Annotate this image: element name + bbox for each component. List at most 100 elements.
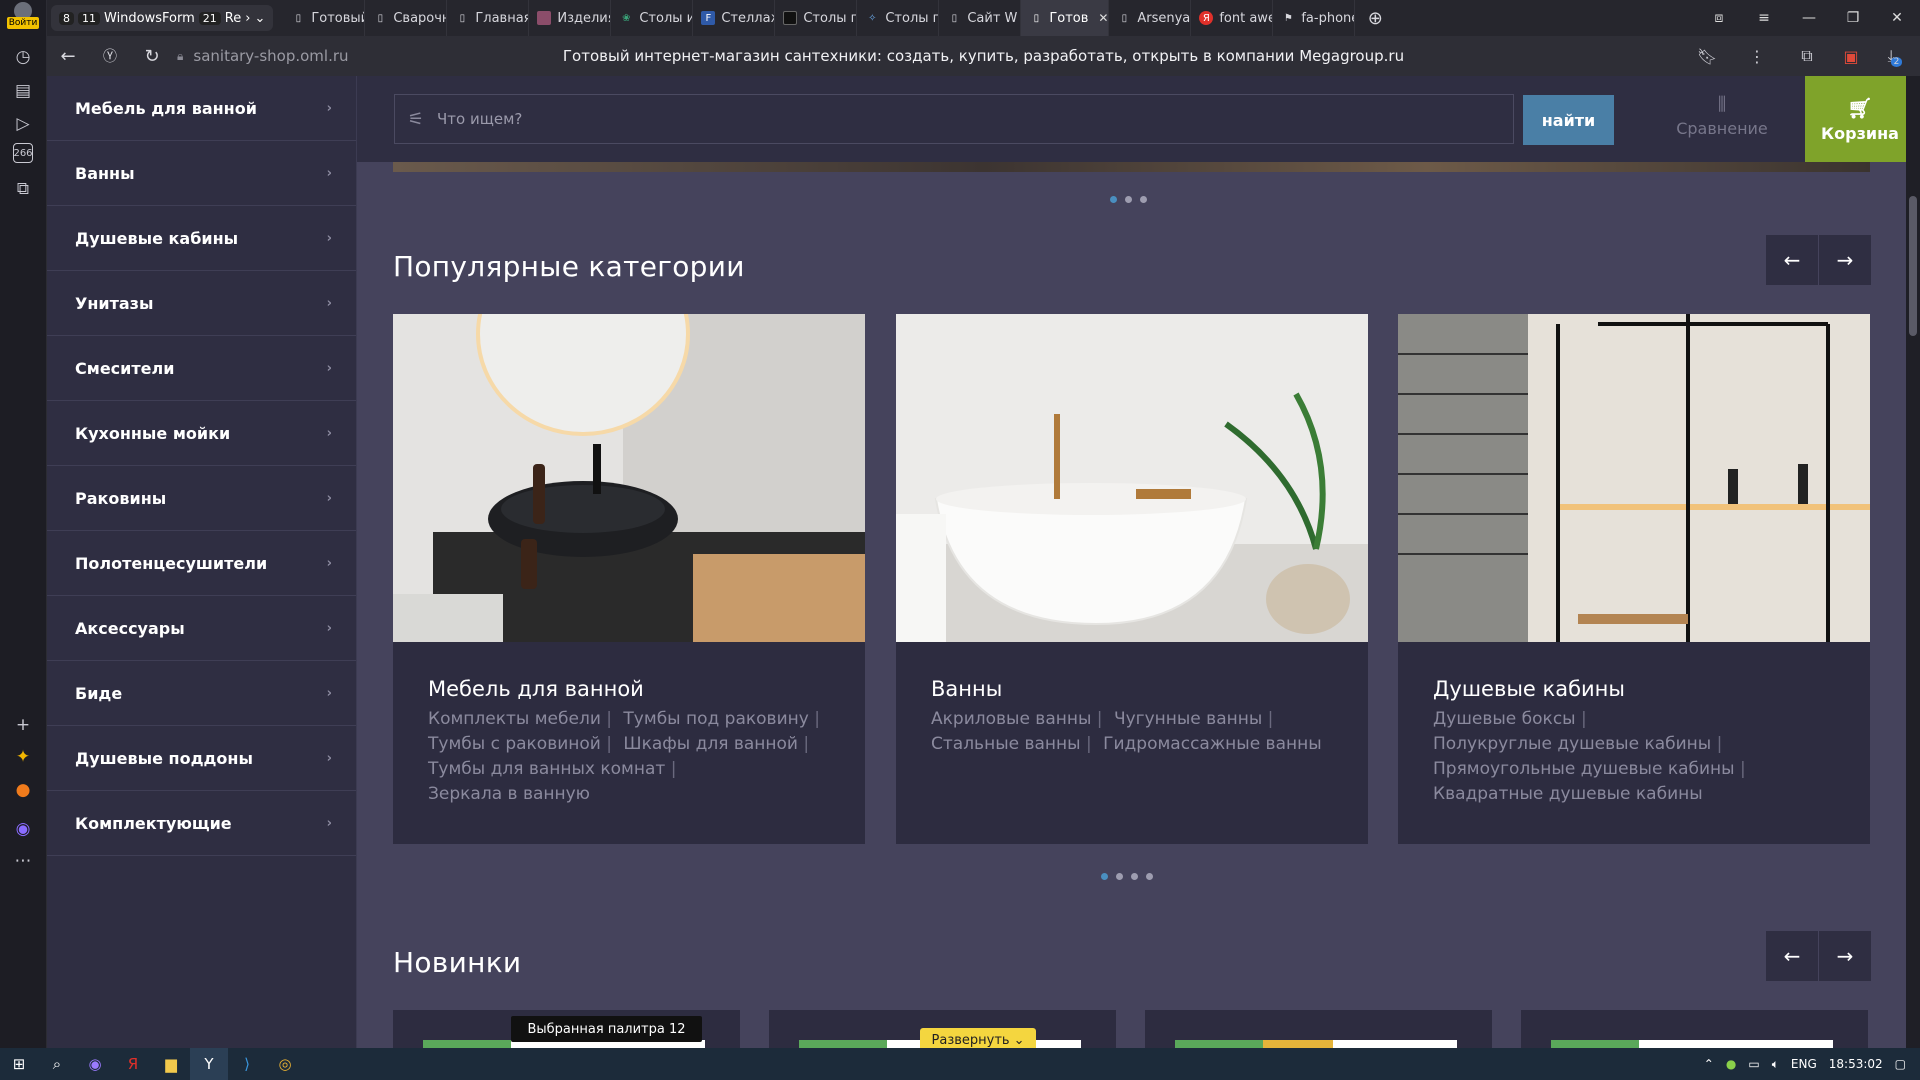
banner-slider[interactable]: [393, 162, 1870, 172]
subcategory-link[interactable]: Тумбы с раковиной: [428, 732, 612, 757]
extension-icon[interactable]: ▣: [1831, 36, 1871, 76]
subcategory-link[interactable]: Чугунные ванны: [1114, 707, 1273, 732]
pager-dot[interactable]: [1131, 873, 1138, 880]
close-window-icon[interactable]: ✕: [1875, 0, 1919, 36]
pager-dot[interactable]: [1125, 196, 1132, 203]
subcategory-link[interactable]: Зеркала в ванную: [428, 782, 590, 807]
network-icon[interactable]: ▭: [1748, 1057, 1759, 1071]
tab[interactable]: ❀ Столы и: [611, 0, 694, 36]
sidebar-item[interactable]: Полотенцесушители ›: [47, 531, 356, 596]
app-tray-icon[interactable]: ●: [1726, 1057, 1736, 1071]
filter-icon[interactable]: ⚟: [395, 109, 437, 130]
screenshot-icon[interactable]: ⧉: [10, 176, 36, 202]
yandex-browser-icon[interactable]: Y: [190, 1048, 228, 1080]
history-icon[interactable]: ◷: [10, 44, 36, 70]
pager-dot[interactable]: [1140, 196, 1147, 203]
category-image[interactable]: [896, 314, 1368, 642]
category-card[interactable]: Мебель для ванной Комплекты мебели Тумбы…: [393, 314, 865, 844]
tab-group[interactable]: 8 11 WindowsForm 21 Re › ⌄: [51, 5, 274, 31]
market-icon[interactable]: ●: [10, 777, 36, 803]
sidebar-item[interactable]: Кухонные мойки ›: [47, 401, 356, 466]
search-box[interactable]: ⚟ Что ищем?: [394, 94, 1514, 144]
tab[interactable]: ⚑ fa-phone: [1273, 0, 1356, 36]
sidebar-item[interactable]: Аксессуары ›: [47, 596, 356, 661]
scrollbar-thumb[interactable]: [1909, 196, 1917, 336]
tab[interactable]: Столы пр: [775, 0, 858, 36]
tab[interactable]: F Стеллаж: [693, 0, 776, 36]
page-scrollbar[interactable]: [1906, 76, 1920, 1048]
tab[interactable]: ▯ Arsenya: [1109, 0, 1192, 36]
subcategory-link[interactable]: Душевые боксы: [1433, 707, 1587, 732]
vscode-icon[interactable]: ⟩: [228, 1048, 266, 1080]
product-card[interactable]: [1521, 1010, 1868, 1048]
minimize-icon[interactable]: —: [1787, 0, 1831, 36]
subcategory-link[interactable]: Гидромассажные ванны: [1103, 732, 1322, 757]
bookmark-icon[interactable]: 🔖︎: [1687, 36, 1727, 76]
subcategory-link[interactable]: Комплекты мебели: [428, 707, 612, 732]
close-tab-icon[interactable]: ✕: [1098, 11, 1108, 25]
sidebar-item[interactable]: Раковины ›: [47, 466, 356, 531]
find-button[interactable]: найти: [1523, 95, 1614, 145]
chrome-icon[interactable]: ◎: [266, 1048, 304, 1080]
sidebar-item[interactable]: Мебель для ванной ›: [47, 76, 356, 141]
windows-start-icon[interactable]: ⊞: [0, 1048, 38, 1080]
sidebar-item[interactable]: Душевые кабины ›: [47, 206, 356, 271]
tab[interactable]: ✧ Столы п: [857, 0, 940, 36]
pager-dot[interactable]: [1101, 873, 1108, 880]
subcategory-link[interactable]: Стальные ванны: [931, 732, 1092, 757]
sidebar-item[interactable]: Ванны ›: [47, 141, 356, 206]
category-card[interactable]: Ванны Акриловые ванны Чугунные ванны Ста…: [896, 314, 1368, 844]
subcategory-link[interactable]: Тумбы под раковину: [623, 707, 820, 732]
category-title[interactable]: Мебель для ванной: [428, 677, 644, 701]
tab[interactable]: Изделия: [529, 0, 612, 36]
tab[interactable]: ▯ Сайт W: [939, 0, 1022, 36]
sidebar-item[interactable]: Унитазы ›: [47, 271, 356, 336]
category-image[interactable]: [1398, 314, 1870, 642]
prev-arrow-icon[interactable]: ←: [1766, 931, 1818, 981]
cart-button[interactable]: 🛒︎ Корзина: [1805, 76, 1906, 162]
video-play-icon[interactable]: ▷: [10, 111, 36, 137]
next-arrow-icon[interactable]: →: [1819, 235, 1871, 285]
subcategory-link[interactable]: Акриловые ванны: [931, 707, 1103, 732]
tab[interactable]: ▯ Главная: [447, 0, 530, 36]
login-button[interactable]: Войти: [6, 2, 40, 34]
collections-icon[interactable]: ⧉: [1787, 36, 1827, 76]
category-image[interactable]: [393, 314, 865, 642]
subcategory-link[interactable]: Полукруглые душевые кабины: [1433, 732, 1722, 757]
file-explorer-icon[interactable]: ▆: [152, 1048, 190, 1080]
clock[interactable]: 18:53:02: [1829, 1057, 1883, 1071]
alice-assistant-icon[interactable]: ◉: [10, 816, 36, 842]
tab[interactable]: ▯ Сварочн: [365, 0, 448, 36]
category-title[interactable]: Душевые кабины: [1433, 677, 1625, 701]
sidebar-item[interactable]: Смесители ›: [47, 336, 356, 401]
tab-manager-icon[interactable]: ⧈: [1697, 0, 1741, 36]
category-card[interactable]: Душевые кабины Душевые боксы Полукруглые…: [1398, 314, 1870, 844]
more-icon[interactable]: ⋯: [10, 848, 36, 874]
subcategory-link[interactable]: Тумбы для ванных комнат: [428, 757, 676, 782]
url-text[interactable]: sanitary-shop.oml.ru: [193, 47, 348, 65]
notifications-icon[interactable]: ▢: [1895, 1057, 1906, 1071]
new-tab-button[interactable]: ⊕: [1355, 0, 1395, 36]
search-icon[interactable]: ⌕: [38, 1048, 76, 1080]
menu-icon[interactable]: ≡: [1742, 0, 1786, 36]
collections-icon[interactable]: ▤: [10, 78, 36, 104]
next-arrow-icon[interactable]: →: [1819, 931, 1871, 981]
yandex-logo-icon[interactable]: Ⓨ: [89, 36, 131, 76]
subcategory-link[interactable]: Квадратные душевые кабины: [1433, 782, 1703, 807]
search-input[interactable]: Что ищем?: [437, 110, 522, 128]
subcategory-link[interactable]: Прямоугольные душевые кабины: [1433, 757, 1746, 782]
sidebar-item[interactable]: Душевые поддоны ›: [47, 726, 356, 791]
tab[interactable]: ▯ Готовый: [283, 0, 366, 36]
alice-taskbar-icon[interactable]: ◉: [76, 1048, 114, 1080]
chevron-up-icon[interactable]: ⌃: [1704, 1057, 1714, 1071]
pager-dot[interactable]: [1146, 873, 1153, 880]
add-panel-icon[interactable]: +: [10, 712, 36, 738]
chevron-down-icon[interactable]: ⌄: [254, 11, 265, 26]
subcategory-link[interactable]: Шкафы для ванной: [623, 732, 809, 757]
tab[interactable]: Яfont awe: [1191, 0, 1274, 36]
volume-icon[interactable]: 🔈︎: [1772, 1057, 1779, 1072]
product-card[interactable]: [1145, 1010, 1492, 1048]
sidebar-item[interactable]: Биде ›: [47, 661, 356, 726]
language-indicator[interactable]: ENG: [1791, 1057, 1817, 1071]
more-vertical-icon[interactable]: ⋮: [1737, 36, 1777, 76]
